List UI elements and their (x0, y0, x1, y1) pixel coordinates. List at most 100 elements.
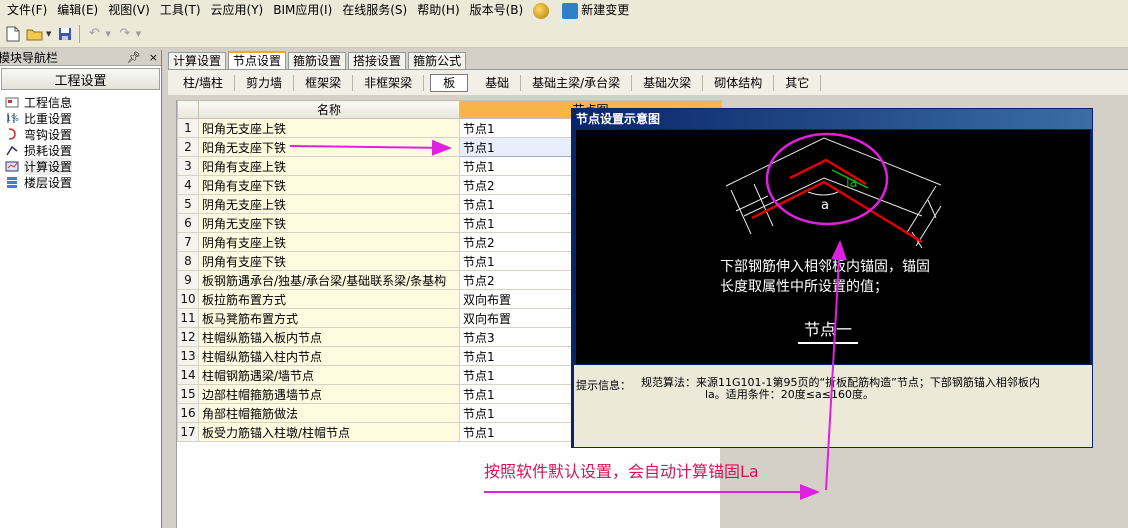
subtab-1[interactable]: 剪力墙 (235, 74, 295, 91)
save-icon[interactable] (54, 23, 76, 45)
row-number: 4 (177, 175, 199, 195)
undo-icon[interactable]: ↶ (83, 23, 105, 45)
description-line-2: 长度取属性中所设置的值； (720, 279, 888, 295)
menu-bim[interactable]: BIM应用(I) (268, 0, 337, 20)
setting-name: 板马凳筋布置方式 (198, 308, 460, 328)
setting-name: 阳角无支座上铁 (198, 118, 460, 138)
row-number: 16 (177, 403, 199, 423)
setting-name: 板钢筋遇承台/独基/承台梁/基础联系梁/条基构 (198, 270, 460, 290)
setting-name: 板受力筋锚入柱墩/柱帽节点 (198, 422, 460, 442)
subtab-2[interactable]: 框架梁 (294, 74, 354, 91)
node-diagram-dialog: 节点设置示意图 la a 下部钢筋伸入相邻板内锚固，锚固 长度取属性中所设置的值… (571, 108, 1093, 448)
menu-file[interactable]: 文件(F) (2, 0, 52, 20)
setting-name: 板拉筋布置方式 (198, 289, 460, 309)
subtab-4[interactable]: 板 (430, 73, 469, 92)
nav-header-title: 模块导航栏 (0, 51, 59, 65)
description-line-1: 下部钢筋伸入相邻板内锚固，锚固 (720, 259, 930, 275)
row-number: 13 (177, 346, 199, 366)
menu-version[interactable]: 版本号(B) (465, 0, 529, 20)
annotation-text: 按照软件默认设置，会自动计算锚固La (484, 462, 759, 481)
menu-tools[interactable]: 工具(T) (155, 0, 206, 20)
new-file-icon[interactable] (2, 23, 24, 45)
tab-4[interactable]: 箍筋公式 (408, 52, 467, 69)
new-change-button[interactable]: 新建变更 (557, 0, 634, 20)
nav-item-label: 计算设置 (24, 157, 73, 175)
menu-edit[interactable]: 编辑(E) (52, 0, 103, 20)
nav-item-label: 比重设置 (24, 111, 73, 126)
calc-icon (4, 159, 20, 173)
row-number: 1 (177, 118, 199, 138)
open-dropdown-icon[interactable]: ▼ (46, 30, 51, 38)
close-icon[interactable]: × (149, 51, 158, 64)
row-number: 2 (177, 137, 199, 157)
hint-line-2: la。适用条件：20度≤a≤160度。 (705, 388, 874, 401)
setting-name: 阴角有支座下铁 (198, 251, 460, 271)
wizard-icon[interactable] (528, 0, 557, 20)
menu-help[interactable]: 帮助(H) (412, 0, 464, 20)
menu-bar: 文件(F) 编辑(E) 视图(V) 工具(T) 云应用(Y) BIM应用(I) 在线服务(S… (0, 0, 1128, 20)
la-label: la (846, 176, 858, 191)
nav-item-label: 工程信息 (24, 95, 73, 110)
svg-text:1%: 1% (6, 114, 19, 123)
nav-section-title[interactable]: 工程设置 (1, 68, 160, 90)
node-name-label: 节点一 (798, 320, 859, 344)
undo-dropdown-icon[interactable]: ▼ (105, 30, 110, 38)
row-number: 14 (177, 365, 199, 385)
new-change-icon (562, 2, 579, 19)
toolbar: ▼ ↶ ▼ ↷ ▼ (0, 20, 1128, 48)
menu-view[interactable]: 视图(V) (103, 0, 155, 20)
open-folder-icon[interactable] (24, 23, 46, 45)
setting-name: 阳角无支座下铁 (198, 137, 460, 157)
floor-icon (4, 175, 20, 189)
row-number: 15 (177, 384, 199, 404)
loss-icon (4, 143, 20, 157)
nav-item-label: 损耗设置 (24, 143, 73, 158)
row-number: 6 (177, 213, 199, 233)
menu-online[interactable]: 在线服务(S) (337, 0, 412, 20)
setting-name: 阴角有支座上铁 (198, 232, 460, 252)
nav-item-floor[interactable]: 楼层设置 (0, 174, 161, 190)
subtab-6[interactable]: 基础主梁/承台梁 (521, 74, 633, 91)
tab-1[interactable]: 节点设置 (228, 51, 287, 70)
row-number: 11 (177, 308, 199, 328)
setting-name: 阴角无支座上铁 (198, 194, 460, 214)
nav-item-hook[interactable]: 弯钩设置 (0, 126, 161, 142)
hook-icon (4, 127, 20, 141)
nav-header: 模块导航栏 📌︎ × (0, 50, 161, 66)
setting-name: 柱帽钢筋遇梁/墙节点 (198, 365, 460, 385)
module-nav-panel: 模块导航栏 📌︎ × 工程设置 工程信息 1% 比重设置 弯钩设置 损耗设置 计算设置 楼层… (0, 50, 162, 528)
setting-name: 角部柱帽箍筋做法 (198, 403, 460, 423)
pin-icon[interactable]: 📌︎ (127, 51, 141, 64)
setting-name: 柱帽纵筋锚入板内节点 (198, 327, 460, 347)
nav-list: 工程信息 1% 比重设置 弯钩设置 损耗设置 计算设置 楼层设置 (0, 94, 161, 190)
dialog-title: 节点设置示意图 (572, 109, 1092, 129)
setting-name: 柱帽纵筋锚入柱内节点 (198, 346, 460, 366)
tab-0[interactable]: 计算设置 (168, 52, 227, 69)
row-number: 8 (177, 251, 199, 271)
nav-item-weight[interactable]: 1% 比重设置 (0, 110, 161, 126)
name-column-header: 名称 (198, 100, 460, 119)
nav-item-calc[interactable]: 计算设置 (0, 157, 161, 175)
hint-label: 提示信息： (576, 379, 631, 392)
component-subtabs: 柱/墙柱 剪力墙 框架梁 非框架梁板基础 基础主梁/承台梁 基础次梁 砌体结构 其它 (168, 69, 1128, 95)
node-diagram-canvas: la a 下部钢筋伸入相邻板内锚固，锚固 长度取属性中所设置的值； 节点一 (576, 130, 1090, 364)
redo-icon[interactable]: ↷ (114, 23, 136, 45)
subtab-7[interactable]: 基础次梁 (632, 74, 704, 91)
nav-item-project-info[interactable]: 工程信息 (0, 94, 161, 110)
nav-item-label: 楼层设置 (24, 175, 73, 190)
row-number: 12 (177, 327, 199, 347)
subtab-9[interactable]: 其它 (774, 74, 822, 91)
redo-dropdown-icon[interactable]: ▼ (136, 30, 141, 38)
setting-name: 边部柱帽箍筋遇墙节点 (198, 384, 460, 404)
tab-3[interactable]: 搭接设置 (348, 52, 407, 69)
subtab-0[interactable]: 柱/墙柱 (172, 74, 236, 91)
nav-item-label: 弯钩设置 (24, 127, 73, 142)
subtab-5[interactable]: 基础 (474, 74, 522, 91)
subtab-8[interactable]: 砌体结构 (703, 74, 775, 91)
subtab-3[interactable]: 非框架梁 (353, 74, 425, 91)
weight-icon: 1% (4, 111, 20, 125)
menu-cloud[interactable]: 云应用(Y) (206, 0, 269, 20)
tab-2[interactable]: 箍筋设置 (288, 52, 347, 69)
toolbar-separator (79, 24, 81, 43)
nav-item-loss[interactable]: 损耗设置 (0, 142, 161, 158)
